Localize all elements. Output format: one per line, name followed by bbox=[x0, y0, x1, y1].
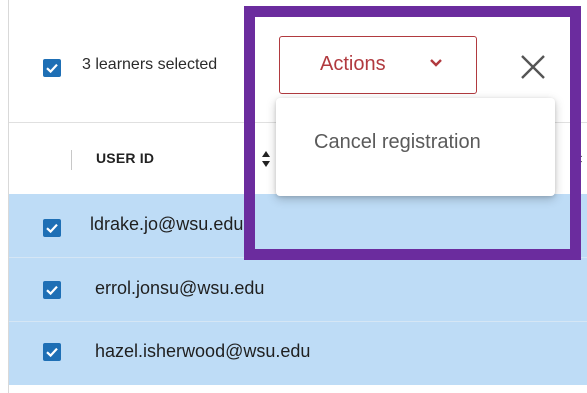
sort-icon[interactable] bbox=[261, 150, 271, 168]
selected-count-label: 3 learners selected bbox=[82, 56, 218, 73]
checkmark-icon bbox=[46, 285, 58, 296]
column-header-user-id[interactable]: USER ID bbox=[96, 150, 154, 166]
chevron-down-icon bbox=[430, 59, 442, 67]
select-all-checkbox[interactable] bbox=[43, 59, 61, 77]
actions-dropdown-button[interactable]: Actions bbox=[279, 36, 477, 94]
checkmark-icon bbox=[46, 347, 58, 358]
learner-table-panel: 3 learners selected USER ID ldrake.jo@ws… bbox=[0, 0, 587, 393]
actions-dropdown-menu: Cancel registration bbox=[276, 98, 555, 196]
close-icon[interactable] bbox=[520, 54, 546, 80]
row-user-id: hazel.isherwood@wsu.edu bbox=[95, 341, 311, 361]
row-checkbox[interactable] bbox=[43, 219, 61, 237]
checkmark-icon bbox=[46, 223, 58, 234]
row-user-id: errol.jonsu@wsu.edu bbox=[95, 278, 265, 298]
menu-item-cancel-registration[interactable]: Cancel registration bbox=[276, 98, 555, 196]
row-checkbox[interactable] bbox=[43, 281, 61, 299]
checkmark-icon bbox=[46, 63, 58, 74]
menu-item-label: Cancel registration bbox=[314, 131, 481, 153]
actions-button-label: Actions bbox=[320, 53, 386, 75]
row-user-id: ldrake.jo@wsu.edu bbox=[90, 214, 244, 234]
sort-icon-next-column[interactable] bbox=[573, 150, 583, 168]
column-separator bbox=[71, 150, 72, 170]
row-checkbox[interactable] bbox=[43, 343, 61, 361]
